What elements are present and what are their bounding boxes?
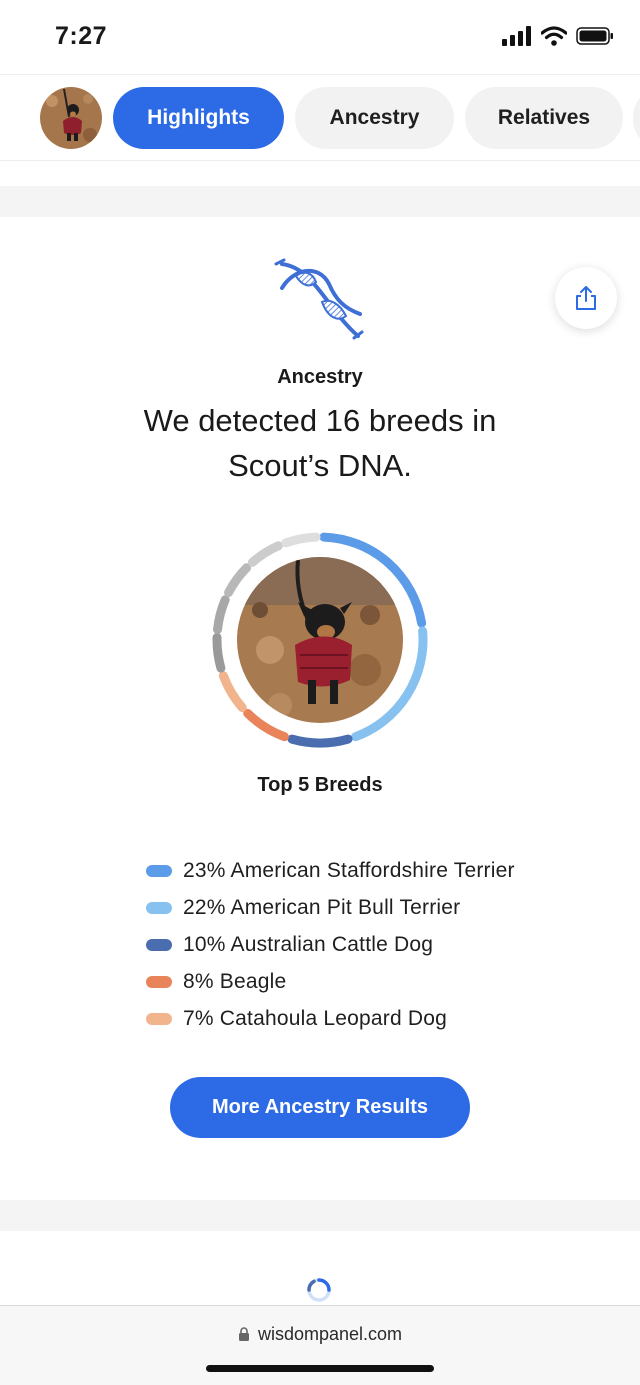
ring-segment-other (213, 595, 230, 635)
url-row: wisdompanel.com (0, 1324, 640, 1345)
ring-segment-other (247, 541, 283, 567)
legend-label: 8% Beagle (183, 969, 287, 993)
legend-label: 22% American Pit Bull Terrier (183, 895, 461, 919)
tab-ancestry[interactable]: Ancestry (295, 87, 454, 149)
legend-item: 7% Catahoula Leopard Dog (146, 1000, 515, 1037)
dna-icon (274, 258, 364, 340)
section-divider-bottom (0, 1200, 640, 1231)
legend-swatch (146, 938, 172, 951)
profile-tab-bar: Highlights Ancestry Relatives (0, 74, 640, 161)
legend-swatch (146, 901, 172, 914)
legend-swatch (146, 975, 172, 988)
status-bar: 7:27 (0, 0, 640, 74)
legend-swatch (146, 1012, 172, 1025)
legend-label: 10% Australian Cattle Dog (183, 932, 434, 956)
dog-avatar[interactable] (40, 87, 102, 149)
headline-line-1: We detected 16 breeds in (143, 403, 497, 438)
ring-segment-other (281, 532, 321, 548)
ring-segment-3 (287, 734, 353, 748)
breed-legend: 23% American Staffordshire Terrier 22% A… (146, 852, 515, 1037)
more-ancestry-results-label: More Ancestry Results (212, 1096, 428, 1118)
tab-relatives-label: Relatives (497, 106, 591, 129)
lock-icon (238, 1327, 249, 1341)
legend-item: 8% Beagle (146, 963, 515, 1000)
section-divider-top (0, 186, 640, 217)
loading-spinner-icon (307, 1278, 331, 1302)
ancestry-section-label: Ancestry (277, 366, 363, 388)
battery-icon (576, 27, 613, 45)
wifi-icon (541, 26, 567, 46)
legend-item: 23% American Staffordshire Terrier (146, 852, 515, 889)
ring-segment-other (212, 632, 226, 673)
share-button[interactable] (555, 267, 617, 329)
top-breeds-title: Top 5 Breeds (257, 774, 383, 796)
ring-segment-5 (218, 671, 247, 713)
legend-item: 10% Australian Cattle Dog (146, 926, 515, 963)
url-text: wisdompanel.com (257, 1324, 403, 1344)
tab-partial-next[interactable] (633, 87, 640, 149)
ring-segment-other (224, 563, 252, 598)
browser-url-bar[interactable]: wisdompanel.com (0, 1305, 640, 1385)
headline-line-2: Scout’s DNA. (228, 448, 412, 483)
status-icons (502, 26, 614, 46)
breed-composition-ring (212, 532, 428, 748)
tab-highlights-label: Highlights (147, 106, 250, 129)
ancestry-headline: We detected 16 breeds in Scout’s DNA. (0, 398, 640, 488)
cellular-signal-icon (502, 26, 531, 46)
tab-relatives[interactable]: Relatives (465, 87, 623, 149)
dog-photo (237, 557, 403, 723)
share-icon (576, 286, 596, 310)
more-ancestry-results-button[interactable]: More Ancestry Results (170, 1077, 470, 1138)
tab-highlights[interactable]: Highlights (113, 87, 284, 149)
tab-ancestry-label: Ancestry (329, 106, 420, 129)
legend-item: 22% American Pit Bull Terrier (146, 889, 515, 926)
home-indicator (206, 1365, 434, 1372)
legend-swatch (146, 864, 172, 877)
legend-label: 7% Catahoula Leopard Dog (183, 1006, 447, 1030)
status-time: 7:27 (55, 22, 108, 50)
legend-label: 23% American Staffordshire Terrier (183, 858, 515, 882)
ring-segment-4 (243, 708, 289, 742)
